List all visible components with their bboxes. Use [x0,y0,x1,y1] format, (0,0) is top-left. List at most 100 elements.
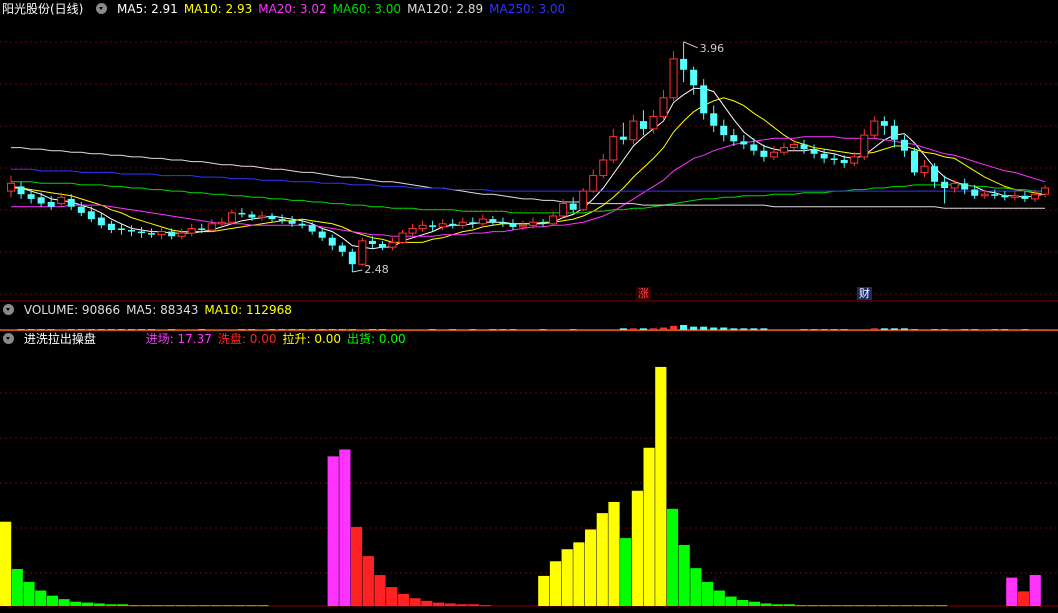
candle-body [659,97,668,117]
volume-bar [1041,329,1049,330]
indicator-legend: 进场: 17.37 洗盘: 0.00 拉升: 0.00 出货: 0.00 [146,332,412,346]
candle-body [328,237,336,246]
limit-up-tag[interactable]: 涨 [636,287,651,300]
candle-body [690,69,698,86]
candle-body [559,203,568,217]
candle-body [549,215,558,225]
volume-bar [419,329,427,330]
candle [227,209,236,224]
indicator-bar-出货 [210,605,222,607]
candle [449,219,457,229]
volume-bar [991,329,999,330]
volume-bar [429,329,437,330]
candle-body [469,222,477,224]
collapse-icon[interactable] [3,333,14,344]
indicator-bar-出货 [175,605,187,607]
candle-body [458,221,467,226]
volume-bar [1031,329,1039,330]
candle-body [850,156,859,164]
candle [629,114,638,145]
volume-bar [800,329,808,330]
price-chart[interactable]: 3.96 2.48 [0,0,1058,302]
candle-body [529,221,538,226]
collapse-icon[interactable] [3,304,14,315]
volume-bar [830,329,838,330]
indicator-bar-出货 [140,605,152,607]
candle-body [318,231,326,238]
high-price-label: 3.96 [700,42,725,55]
candle-body [398,232,407,243]
indicator-bar-出货 [854,605,866,607]
candle-body [920,165,929,173]
indicator-title[interactable]: 进洗拉出操盘 [24,332,96,346]
candle-body [157,231,166,236]
indicator-bar-出货 [117,604,129,606]
volume-bar [900,328,908,330]
indicator-bar-拉升 [608,501,620,606]
volume-bar [479,329,487,330]
indicator-bar-出货 [819,605,831,607]
indicator-bar-出货 [900,605,913,607]
candle [418,220,427,232]
indicator-bar-出货 [690,568,702,606]
indicator-bar-出货 [58,599,70,606]
indicator-bar-出货 [772,604,784,606]
indicator-bar-拉升 [573,542,585,606]
candle-body [438,223,447,228]
candle-body [810,149,818,154]
candle [890,119,898,148]
indicator-bar-进场 [1029,575,1041,606]
volume-bar [599,329,607,330]
indicator-bar-出货 [198,605,211,607]
candle [880,116,888,136]
candle-body [168,231,176,237]
candle [398,230,407,244]
volume-bar [820,329,828,330]
indicator-bar-进场 [339,449,351,606]
indicator-chart[interactable] [0,348,1058,613]
indicator-bar-出货 [152,605,164,607]
indicator-bar-出货 [924,605,936,607]
indicator-bar-洗盘 [444,603,456,606]
candle-body [710,113,718,126]
indicator-legend-item-3: 出货: 0.00 [347,332,406,346]
indicator-bar-出货 [865,605,877,607]
candle-body [217,221,226,225]
volume-bar [459,329,467,330]
indicator-bar-拉升 [631,490,643,606]
candle-body [1001,195,1009,198]
candle-body [408,227,417,234]
volume-bar [509,329,517,330]
candle [920,160,929,178]
volume-bar [469,329,477,330]
indicator-bar-出货 [234,605,246,607]
candle [779,142,788,156]
indicator-bar-进场 [1006,577,1018,606]
candle [700,79,708,120]
candle [207,219,216,232]
candle-body [720,125,728,136]
candle [790,139,799,151]
volume-bar [710,327,718,330]
candle-body [148,233,156,235]
volume-bar [639,328,647,330]
low-price-label: 2.48 [364,263,389,276]
candle [910,147,918,176]
candle [720,119,728,142]
candle [97,212,105,229]
volume-bar [740,328,748,330]
indicator-bar-出货 [678,544,690,606]
volume-bar [579,329,587,330]
candle-body [900,139,908,151]
indicator-bar-出货 [842,605,854,607]
candle [649,110,658,134]
volume-bar [760,328,768,330]
volume-bar [921,329,929,330]
candle-body [569,203,577,210]
candle-body [187,227,196,234]
finance-tag[interactable]: 财 [857,287,872,300]
ma-line-ma10 [11,97,1046,243]
candle [37,192,45,207]
volume-bar [971,329,979,330]
volume-bar [1011,329,1019,330]
